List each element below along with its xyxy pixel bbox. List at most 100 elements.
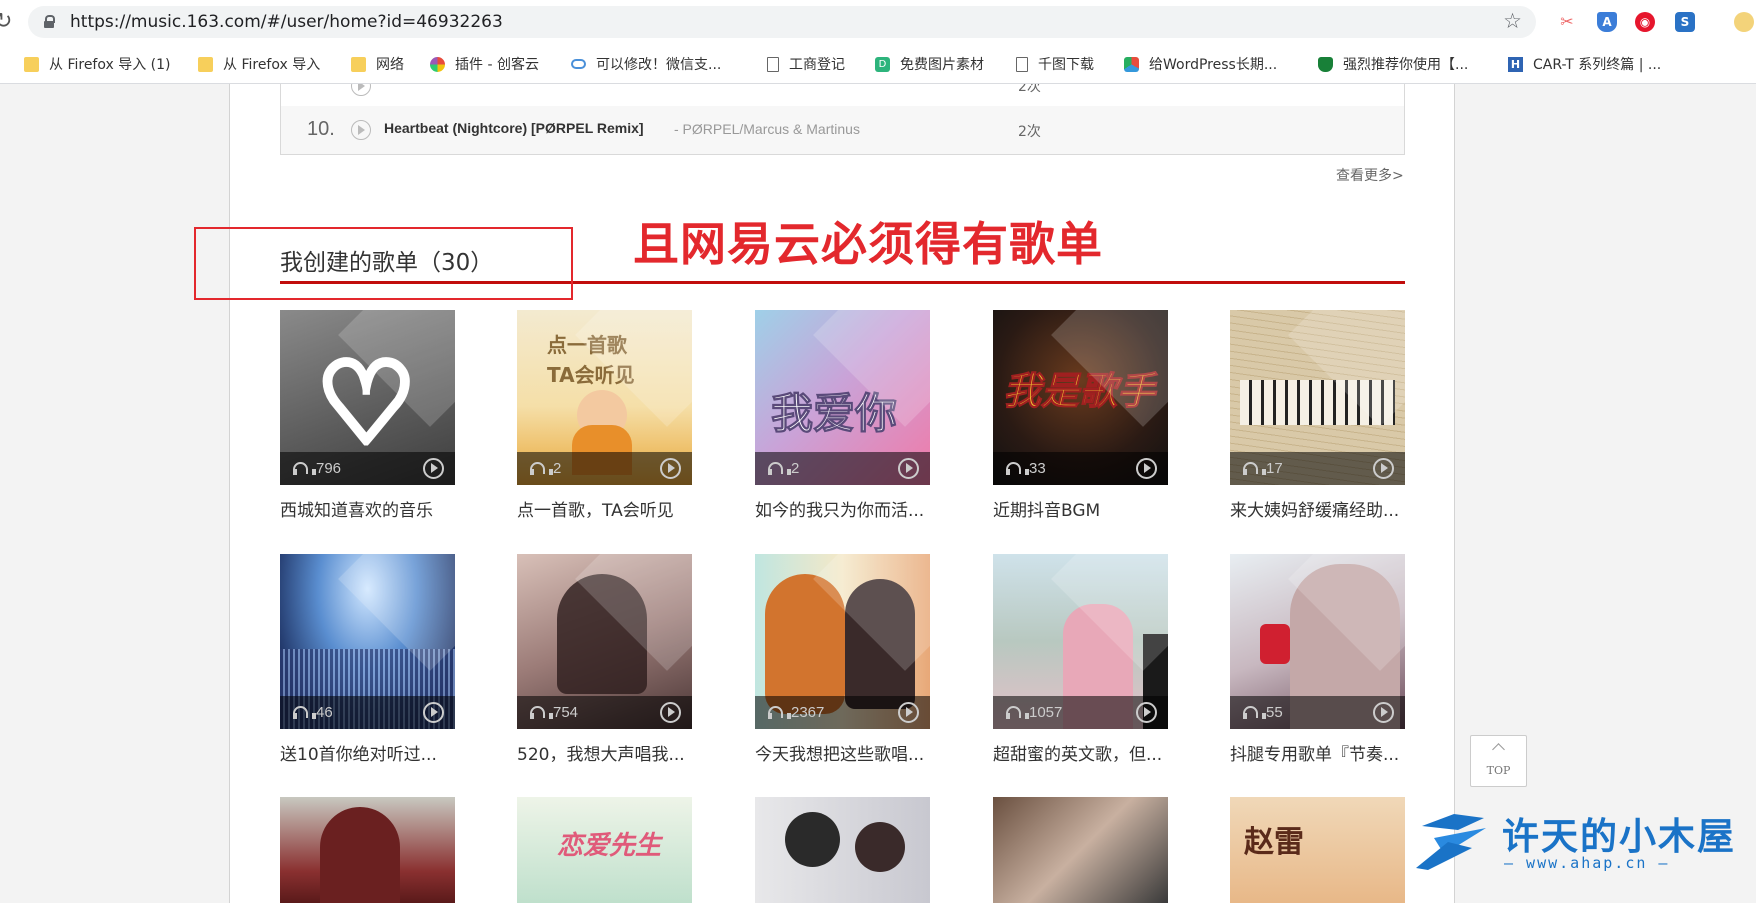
playlist-name-link[interactable]: 送10首你绝对听过... <box>280 740 455 765</box>
playlist-card[interactable]: 1057 超甜蜜的英文歌，但... <box>993 554 1168 765</box>
colorwheel-icon <box>430 56 445 72</box>
playlist-card[interactable]: 赵雷 <box>1230 797 1405 903</box>
bookmark-firefox-import-1[interactable]: 从 Firefox 导入 (1) <box>24 54 171 74</box>
bookmark-star-icon[interactable]: ☆ <box>1503 9 1522 33</box>
play-icon[interactable] <box>423 702 444 723</box>
play-count: 2 <box>553 460 562 477</box>
playlist-cover[interactable]: 46 <box>280 554 455 729</box>
bookmark-firefox-import[interactable]: 从 Firefox 导入 <box>198 54 320 74</box>
playlist-cover[interactable]: 我爱你 2 <box>755 310 930 485</box>
playlist-card[interactable]: 点一首歌 TA会听见 2 点一首歌，TA会听见 <box>517 310 692 521</box>
bookmark-car-t[interactable]: H CAR-T 系列终篇 | ... <box>1508 54 1661 74</box>
playlist-name-link[interactable]: 今天我想把这些歌唱... <box>755 740 930 765</box>
playlist-card[interactable]: 恋爱先生 <box>517 797 692 903</box>
playlist-cover[interactable]: 赵雷 <box>1230 797 1405 903</box>
reload-icon[interactable]: ↻ <box>0 9 12 34</box>
playlist-cover[interactable] <box>280 797 455 903</box>
play-count: 17 <box>1266 460 1283 477</box>
playlist-cover[interactable] <box>993 797 1168 903</box>
playlist-cover[interactable] <box>755 797 930 903</box>
song-artist-link[interactable]: - PØRPEL/Marcus & Martinus <box>674 121 860 137</box>
bookmark-wechat-pay[interactable]: 可以修改！微信支... <box>571 54 721 74</box>
headphones-icon <box>768 462 791 475</box>
bookmark-strongly-recommend[interactable]: 强烈推荐你使用【... <box>1318 54 1468 74</box>
playlist-card[interactable]: 46 送10首你绝对听过... <box>280 554 455 765</box>
play-count: 46 <box>316 704 333 721</box>
rank-row[interactable]: 10. Heartbeat (Nightcore) [PØRPEL Remix]… <box>281 106 1404 154</box>
play-icon[interactable] <box>1136 702 1157 723</box>
playlist-cover[interactable]: 点一首歌 TA会听见 2 <box>517 310 692 485</box>
play-icon[interactable] <box>898 458 919 479</box>
bookmark-free-images[interactable]: D 免费图片素材 <box>875 54 984 74</box>
rank-play-count: 2次 <box>1018 124 1041 140</box>
song-title-link[interactable]: Heartbeat (Nightcore) [PØRPEL Remix] <box>384 120 644 136</box>
playlist-card[interactable]: 17 来大姨妈舒缓痛经助... <box>1230 310 1405 521</box>
watermark-subtitle: — www.ahap.cn — <box>1504 854 1670 872</box>
bookmark-qiantu-download[interactable]: 千图下载 <box>1016 54 1094 74</box>
playlist-cover[interactable]: 恋爱先生 <box>517 797 692 903</box>
play-icon[interactable] <box>1136 458 1157 479</box>
playlist-card[interactable]: 我爱你 2 如今的我只为你而活... <box>755 310 930 521</box>
playlist-cover[interactable]: 754 <box>517 554 692 729</box>
rank-play-count: 2次 <box>1018 84 1041 95</box>
rank-row[interactable]: 2次 <box>281 84 1404 106</box>
annotation-highlight-box <box>194 227 573 300</box>
play-icon[interactable] <box>1373 458 1394 479</box>
headphones-icon <box>293 706 316 719</box>
playlist-name-link[interactable]: 西城知道喜欢的音乐 <box>280 496 455 521</box>
url-text[interactable]: https://music.163.com/#/user/home?id=469… <box>70 12 503 32</box>
playlist-cover[interactable]: 17 <box>1230 310 1405 485</box>
bookmark-business-registration[interactable]: 工商登记 <box>767 54 845 74</box>
playlist-card[interactable] <box>280 797 455 903</box>
document-icon <box>1016 56 1028 72</box>
play-icon[interactable] <box>898 702 919 723</box>
playlist-name-link[interactable]: 超甜蜜的英文歌，但... <box>993 740 1168 765</box>
headphones-icon <box>768 706 791 719</box>
play-icon[interactable] <box>423 458 444 479</box>
watermark-title: 许天的小木屋 <box>1502 815 1736 858</box>
lock-icon[interactable] <box>44 15 55 28</box>
profile-avatar-icon[interactable] <box>1734 12 1754 32</box>
weibo-extension-icon[interactable]: ◉ <box>1635 12 1655 32</box>
playlist-card[interactable]: 55 抖腿专用歌单『节奏... <box>1230 554 1405 765</box>
playlist-card[interactable]: 2367 今天我想把这些歌唱... <box>755 554 930 765</box>
address-bar[interactable]: https://music.163.com/#/user/home?id=469… <box>28 6 1536 38</box>
bookmark-plugin-chuangkeyun[interactable]: 插件 - 创客云 <box>430 54 539 74</box>
view-more-link[interactable]: 查看更多> <box>1336 165 1404 185</box>
bookmark-wordpress[interactable]: 给WordPress长期... <box>1124 54 1277 74</box>
play-count: 2367 <box>791 704 825 721</box>
playlist-cover[interactable]: 55 <box>1230 554 1405 729</box>
adblock-extension-icon[interactable]: A <box>1597 12 1617 32</box>
playlist-name-link[interactable]: 如今的我只为你而活... <box>755 496 930 521</box>
playlist-name-link[interactable]: 抖腿专用歌单『节奏... <box>1230 740 1405 765</box>
d-logo-icon: D <box>875 56 890 72</box>
playlist-card[interactable]: ♡ 796 西城知道喜欢的音乐 <box>280 310 455 521</box>
playlist-cover[interactable]: ♡ 796 <box>280 310 455 485</box>
play-count: 796 <box>316 460 342 477</box>
play-icon[interactable] <box>351 84 371 96</box>
back-to-top-button[interactable]: TOP <box>1470 735 1527 787</box>
playlist-stats-bar: 55 <box>1230 696 1405 729</box>
song-rank-list: 2次 10. Heartbeat (Nightcore) [PØRPEL Rem… <box>280 84 1405 155</box>
bow-extension-icon[interactable]: ✂ <box>1557 12 1577 32</box>
play-count: 2 <box>791 460 800 477</box>
playlist-name-link[interactable]: 来大姨妈舒缓痛经助... <box>1230 496 1405 521</box>
playlist-name-link[interactable]: 点一首歌，TA会听见 <box>517 496 692 521</box>
playlist-card[interactable]: 754 520，我想大声唱我... <box>517 554 692 765</box>
play-icon[interactable] <box>1373 702 1394 723</box>
s-extension-icon[interactable]: S <box>1675 12 1695 32</box>
playlist-card[interactable] <box>755 797 930 903</box>
playlist-card[interactable] <box>993 797 1168 903</box>
playlist-name-link[interactable]: 近期抖音BGM <box>993 496 1168 521</box>
cloud-icon <box>571 59 586 69</box>
playlist-cover[interactable]: 1057 <box>993 554 1168 729</box>
bookmark-network[interactable]: 网络 <box>351 54 404 74</box>
playlist-cover[interactable]: 2367 <box>755 554 930 729</box>
playlist-card[interactable]: 我是歌手 33 近期抖音BGM <box>993 310 1168 521</box>
bookmarks-bar: 从 Firefox 导入 (1) 从 Firefox 导入 网络 插件 - 创客… <box>0 44 1756 84</box>
playlist-name-link[interactable]: 520，我想大声唱我... <box>517 740 692 765</box>
play-icon[interactable] <box>660 702 681 723</box>
playlist-cover[interactable]: 我是歌手 33 <box>993 310 1168 485</box>
play-icon[interactable] <box>351 120 371 140</box>
play-icon[interactable] <box>660 458 681 479</box>
